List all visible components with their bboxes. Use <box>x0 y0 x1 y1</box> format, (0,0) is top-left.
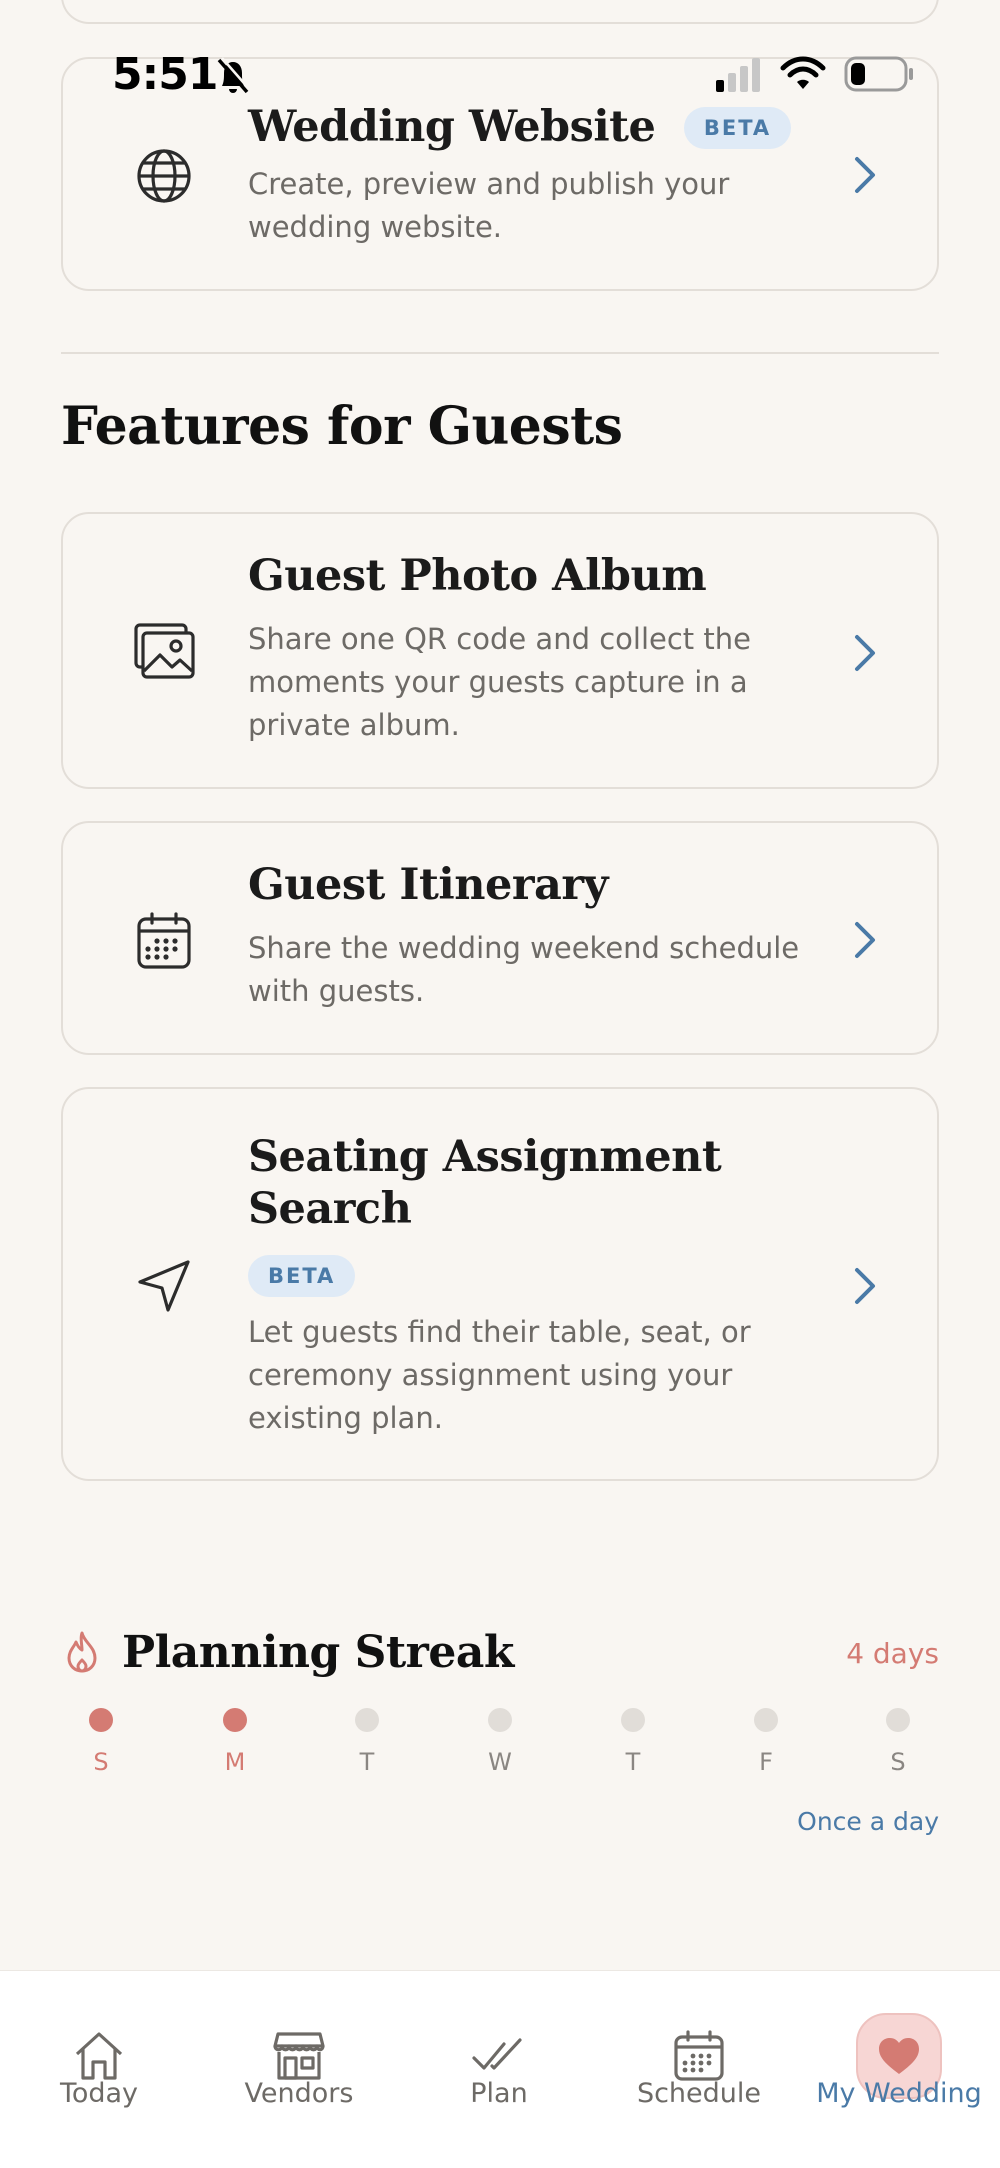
tab-schedule[interactable]: Schedule <box>599 1971 799 2168</box>
tab-today[interactable]: Today <box>0 1971 199 2168</box>
status-time: 5:51 <box>112 49 218 100</box>
flame-icon <box>64 1630 100 1674</box>
photo-album-icon <box>131 618 197 684</box>
card-title: Seating Assignment Search <box>248 1132 722 1234</box>
bell-slash-icon <box>214 56 252 101</box>
card-description: Create, preview and publish your wedding… <box>248 167 730 244</box>
seating-assignment-search-card[interactable]: Seating Assignment Search BETA Let guest… <box>61 1087 939 1481</box>
status-bar: 5:51 <box>112 50 914 100</box>
card-description: Share the wedding weekend schedule with … <box>248 931 800 1008</box>
chevron-right-icon <box>845 151 885 199</box>
streak-day: S <box>71 1708 131 1776</box>
streak-day-label: W <box>488 1748 512 1776</box>
streak-title: Planning Streak <box>122 1627 514 1678</box>
streak-day-dot <box>754 1708 778 1732</box>
card-description: Share one QR code and collect the moment… <box>248 622 751 742</box>
chevron-right-icon <box>845 1262 885 1310</box>
tab-label: Vendors <box>244 2078 354 2109</box>
card-title: Guest Photo Album <box>248 551 707 601</box>
streak-day-label: S <box>890 1748 906 1776</box>
tab-vendors[interactable]: Vendors <box>199 1971 399 2168</box>
streak-day: M <box>205 1708 265 1776</box>
guest-itinerary-card[interactable]: Guest Itinerary Share the wedding weeken… <box>61 821 939 1055</box>
calendar-icon <box>131 908 197 974</box>
section-title: Features for Guests <box>61 396 623 457</box>
tab-label: Plan <box>470 2078 528 2109</box>
streak-day-label: F <box>759 1748 773 1776</box>
wifi-icon <box>780 56 826 95</box>
streak-days-count: 4 days <box>846 1637 939 1670</box>
signal-icon <box>716 58 762 97</box>
navigation-arrow-icon <box>131 1253 197 1319</box>
chevron-right-icon <box>845 916 885 964</box>
previous-card-remnant <box>61 0 939 24</box>
globe-icon <box>131 143 197 209</box>
battery-icon <box>844 56 914 97</box>
streak-day-label: S <box>93 1748 109 1776</box>
streak-day-dot <box>488 1708 512 1732</box>
streak-day-dot <box>89 1708 113 1732</box>
streak-day: W <box>470 1708 530 1776</box>
card-title: Guest Itinerary <box>248 860 608 910</box>
tab-my-wedding[interactable]: My Wedding <box>799 1971 999 2168</box>
tab-label: My Wedding <box>816 2078 982 2109</box>
streak-day: T <box>337 1708 397 1776</box>
guest-photo-album-card[interactable]: Guest Photo Album Share one QR code and … <box>61 512 939 789</box>
streak-day-label: T <box>359 1748 375 1776</box>
streak-day-dot <box>621 1708 645 1732</box>
streak-day: S <box>868 1708 928 1776</box>
card-description: Let guests find their table, seat, or ce… <box>248 1315 751 1435</box>
streak-day: F <box>736 1708 796 1776</box>
tab-label: Schedule <box>636 2078 762 2109</box>
streak-day: T <box>603 1708 663 1776</box>
section-divider <box>61 352 939 354</box>
card-title: Wedding Website <box>248 102 656 152</box>
beta-badge: BETA <box>248 1255 356 1297</box>
streak-day-dot <box>223 1708 247 1732</box>
streak-day-dot <box>886 1708 910 1732</box>
tab-label: Today <box>59 2078 139 2109</box>
streak-day-label: M <box>224 1748 246 1776</box>
streak-frequency: Once a day <box>797 1807 939 1836</box>
chevron-right-icon <box>845 629 885 677</box>
tab-plan[interactable]: Plan <box>399 1971 599 2168</box>
streak-day-dot <box>355 1708 379 1732</box>
bottom-tab-bar: Today Vendors Plan Schedule My Wedding <box>0 1970 1000 2168</box>
streak-day-label: T <box>625 1748 641 1776</box>
beta-badge: BETA <box>683 107 792 149</box>
